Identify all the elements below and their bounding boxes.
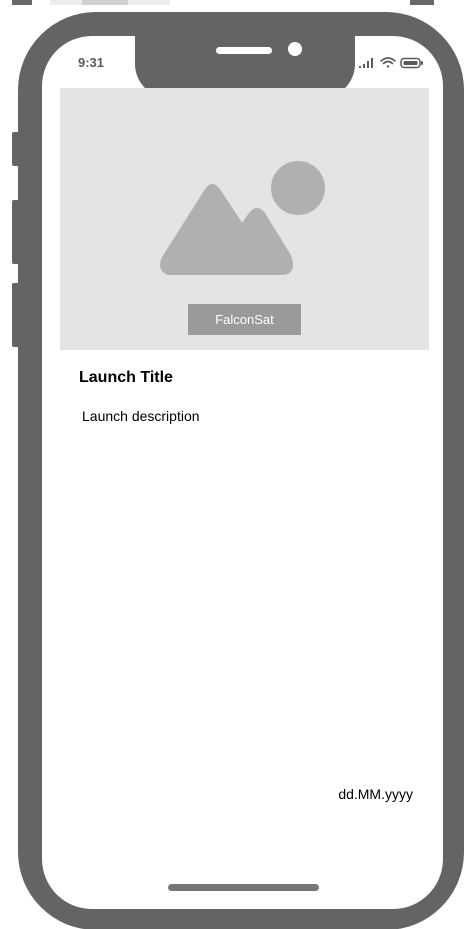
launch-image: FalconSat [60,88,429,350]
front-camera [288,42,302,56]
mission-name-badge: FalconSat [188,304,301,335]
speaker-grille [216,47,272,54]
image-placeholder-icon [160,161,325,275]
cellular-signal-icon [359,58,373,68]
home-indicator[interactable] [168,884,319,891]
launch-description: Launch description [82,408,200,424]
wifi-icon [380,57,396,68]
mockup-canvas: 9:31 FalconSat Launch Title Launch descr… [0,0,467,929]
launch-title: Launch Title [79,369,173,386]
phone-screen: 9:31 FalconSat Launch Title Launch descr… [42,36,443,909]
top-edge-fragment [12,0,32,5]
launch-date: dd.MM.yyyy [338,786,413,802]
status-bar-time: 9:31 [78,55,105,70]
top-edge-fragment [50,0,170,5]
battery-icon [400,57,423,69]
top-edge-fragment [410,0,434,5]
status-bar-icons [359,57,423,69]
